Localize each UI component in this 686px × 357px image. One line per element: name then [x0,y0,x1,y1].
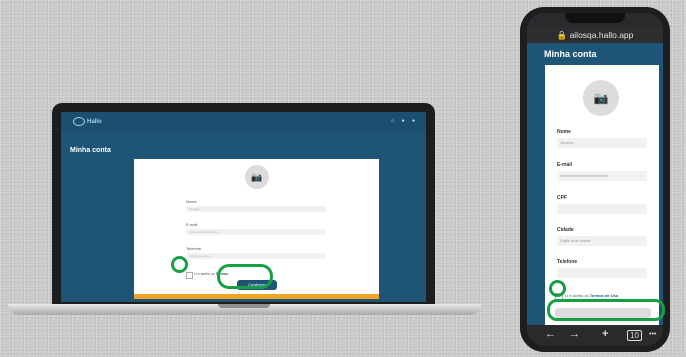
browser-toolbar: ← → + 10 ••• [527,325,663,346]
new-tab-icon[interactable]: + [602,328,608,340]
page-title-mobile: Minha conta [544,49,597,59]
tabs-count-icon[interactable]: 10 [627,330,642,341]
phone-screen: 🔒 ailosqa.hallo.app Minha conta 📷 Nome J… [527,13,663,346]
laptop-notch [218,304,270,308]
terms-text: Li e aceito os Termos de Uso [565,293,618,298]
cpf-label: CPF [557,195,567,201]
phone-field[interactable]: (xx) xxxxx-xxxx [186,253,326,259]
name-field[interactable]: Jéssica [186,206,326,212]
city-label: Cidade [557,227,574,233]
laptop-top-bar: Hallo ⌂ ● ● [61,112,426,132]
more-icon[interactable]: ••• [649,331,656,338]
laptop-base [8,304,481,315]
button-highlight-ring [217,264,273,289]
terms-prefix: Li e aceito os [194,272,215,276]
back-icon[interactable]: ← [545,328,556,340]
header-icons[interactable]: ⌂ ● ● [391,118,418,124]
phone-label: Telefone [186,246,202,251]
name-label: Nome [186,199,197,204]
email-label: E-mail [186,222,198,227]
terms-link[interactable]: Termos de Uso [590,293,619,298]
status-bar [527,13,663,27]
phone-notch [565,13,625,23]
terms-checkbox[interactable] [186,272,193,279]
card-accent-bar [134,294,379,299]
phone-label: Telefone [557,259,578,265]
email-field[interactable]: xxxxxxxxxxxxxxxxxxxxxxxx [557,171,647,181]
phone-field[interactable] [557,268,647,278]
camera-icon[interactable]: 📷 [245,165,269,189]
email-label: E-mail [557,162,573,168]
checkbox-highlight-ring [171,256,188,273]
email-field[interactable]: xxxxxxxxxxxxxxxxxxx [186,229,326,235]
city-field[interactable]: Digite sua cidade [557,236,647,246]
forward-icon[interactable]: → [569,328,580,340]
checkbox-highlight-ring-mobile [549,280,566,297]
cpf-field[interactable] [557,204,647,214]
terms-prefix: Li e aceito os [565,293,589,298]
address-bar[interactable]: 🔒 ailosqa.hallo.app [527,27,663,43]
camera-icon[interactable]: 📷 [583,80,619,116]
button-highlight-ring-mobile [547,299,665,321]
page-title: Minha conta [70,147,111,154]
name-field[interactable]: Jéssica [557,138,647,148]
app-logo: Hallo [73,117,102,126]
name-label: Nome [557,129,571,135]
